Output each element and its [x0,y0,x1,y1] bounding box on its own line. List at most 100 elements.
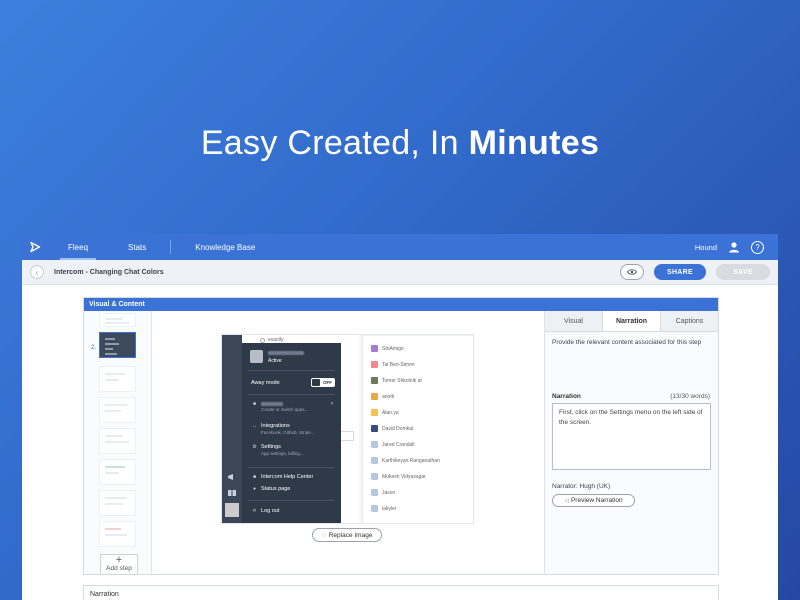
document-toolbar: ‹ Intercom - Changing Chat Colors SHARE … [22,260,778,285]
nav-tab-label: Stats [128,242,147,252]
step-thumbnail[interactable] [99,459,136,485]
gear-icon: ⚙ [252,444,257,450]
step-thumbnail[interactable] [99,366,136,392]
step-thumbnail[interactable] [99,521,136,547]
step-thumbnail-active[interactable] [99,332,136,358]
screenshot-people-list: StoAmigo Tal Ben-Simon Tomer Shkolnik at… [362,335,473,523]
headline-bold: Minutes [468,124,600,162]
list-item-name: Jared Crandall [382,441,415,448]
add-step-button[interactable]: + Add step [100,554,138,574]
narration-word-count: (13/30 words) [670,393,710,400]
list-item: lakyler [371,505,396,512]
avatar [371,489,378,496]
menu-item-integrations: ↔ Integrations Facebook, Github, Stripe..… [252,423,315,435]
preview-eye-button[interactable] [620,264,644,280]
narration-section-label: Narration [90,591,119,598]
nav-tab-knowledge-base[interactable]: Knowledge Base [175,234,275,260]
user-icon[interactable] [727,240,741,254]
visual-canvas: exactly StoAmigo Tal Ben-Simon Tomer Shk… [153,311,544,574]
avatar [225,503,239,517]
replace-image-button[interactable]: ◌ Replace Image [312,528,382,542]
menu-item-sub: Create or switch apps... [261,407,309,412]
menu-item-sub: App settings, billing... [261,451,304,456]
app-icon: ■ [252,401,257,407]
preview-narration-label: Preview Narration [570,497,623,504]
away-mode-toggle: OFF [311,378,335,387]
avatar [371,361,378,368]
megaphone-icon [227,467,237,480]
nav-tab-label: Knowledge Base [195,242,256,252]
integrations-icon: ↔ [252,423,257,429]
menu-item-settings: ⚙ Settings App settings, billing... [252,444,304,456]
tab-captions[interactable]: Captions [661,311,718,331]
step-thumbnail[interactable] [99,428,136,454]
avatar [371,345,378,352]
list-item-name: lakyler [382,505,397,512]
document-title: Intercom - Changing Chat Colors [54,268,164,276]
avatar [371,441,378,448]
close-icon: ✕ [252,508,257,514]
radio-icon [260,337,265,343]
screenshot-side-rail [222,335,242,523]
list-item-name: David Domkal [382,425,414,432]
list-item-name: Karthikeyan Ranganathan [382,457,440,464]
top-nav-bar: Fleeq Stats Knowledge Base Hound ? [22,234,778,260]
nav-divider [170,240,172,254]
narration-textarea[interactable]: First, click on the Settings menu on the… [552,403,711,470]
toolbar-actions: SHARE SAVE [620,264,770,280]
list-item: Tal Ben-Simon [371,361,415,368]
list-item-name: StoAmigo [382,345,404,352]
book-icon [227,483,237,496]
menu-item-label: Log out [261,508,280,514]
fleeq-logo-icon[interactable] [22,234,48,260]
tab-visual[interactable]: Visual [545,311,603,331]
tab-narration[interactable]: Narration [603,311,661,331]
help-icon[interactable]: ? [751,240,764,254]
user-name[interactable]: Hound [695,243,717,252]
avatar [371,393,378,400]
list-item: Jared Crandall [371,441,415,448]
nav-tab-stats[interactable]: Stats [108,234,166,260]
away-mode-label: Away mode [251,380,280,386]
add-step-label: Add step [106,565,132,572]
step-thumbnails[interactable]: 2. + Add step [84,311,152,574]
save-button[interactable]: SAVE [716,264,770,280]
menu-item-log-out: ✕ Log out [252,508,279,514]
list-item: StoAmigo [371,345,404,352]
narrator-label: Narrator: Hugh (UK) [552,483,611,490]
back-icon[interactable]: ‹ [30,265,44,279]
list-item-name: Mukesh Vidyasagar [382,473,426,480]
section-header: Visual & Content [84,298,718,311]
editor-area: Visual & Content 2. + Add step exactly S… [83,297,719,575]
list-item: David Domkal [371,425,413,432]
avatar [371,377,378,384]
list-item-name: anotti [382,393,395,400]
list-item: Alan.ya [371,409,399,416]
refresh-icon: ◌ [321,531,326,539]
hero-headline: Easy Created, In Minutes [0,124,800,163]
menu-item-label: Intercom Help Center [261,474,314,480]
screenshot-input-stub [340,431,354,441]
topbar-user-area: Hound ? [695,240,778,254]
step-thumbnail[interactable] [99,313,136,327]
screenshot-account-menu: Active Away mode OFF ■ Create or switch … [242,343,341,523]
panel-description: Provide the relevant content associated … [552,339,702,346]
share-button[interactable]: SHARE [654,264,706,280]
menu-item-label: Settings [261,444,281,450]
narration-section: Narration [83,585,719,600]
list-item: Tomer Shkolnik at [371,377,422,384]
properties-panel: Visual Narration Captions Provide the re… [544,311,718,574]
preview-narration-button[interactable]: ◁ Preview Narration [552,494,635,507]
blurred-name [268,351,304,355]
step-thumbnail[interactable] [99,397,136,423]
avatar [371,409,378,416]
menu-item-app-switch: ■ Create or switch apps... [252,401,308,412]
step-screenshot[interactable]: exactly StoAmigo Tal Ben-Simon Tomer Shk… [221,334,474,524]
step-thumbnail[interactable] [99,490,136,516]
nav-tab-fleeq[interactable]: Fleeq [48,234,108,260]
list-item: Karthikeyan Ranganathan [371,457,440,464]
avatar [371,505,378,512]
menu-item-sub: Facebook, Github, Stripe... [261,430,315,435]
menu-item-status-page: ● Status page [252,486,290,492]
menu-item-label: Integrations [261,423,290,429]
